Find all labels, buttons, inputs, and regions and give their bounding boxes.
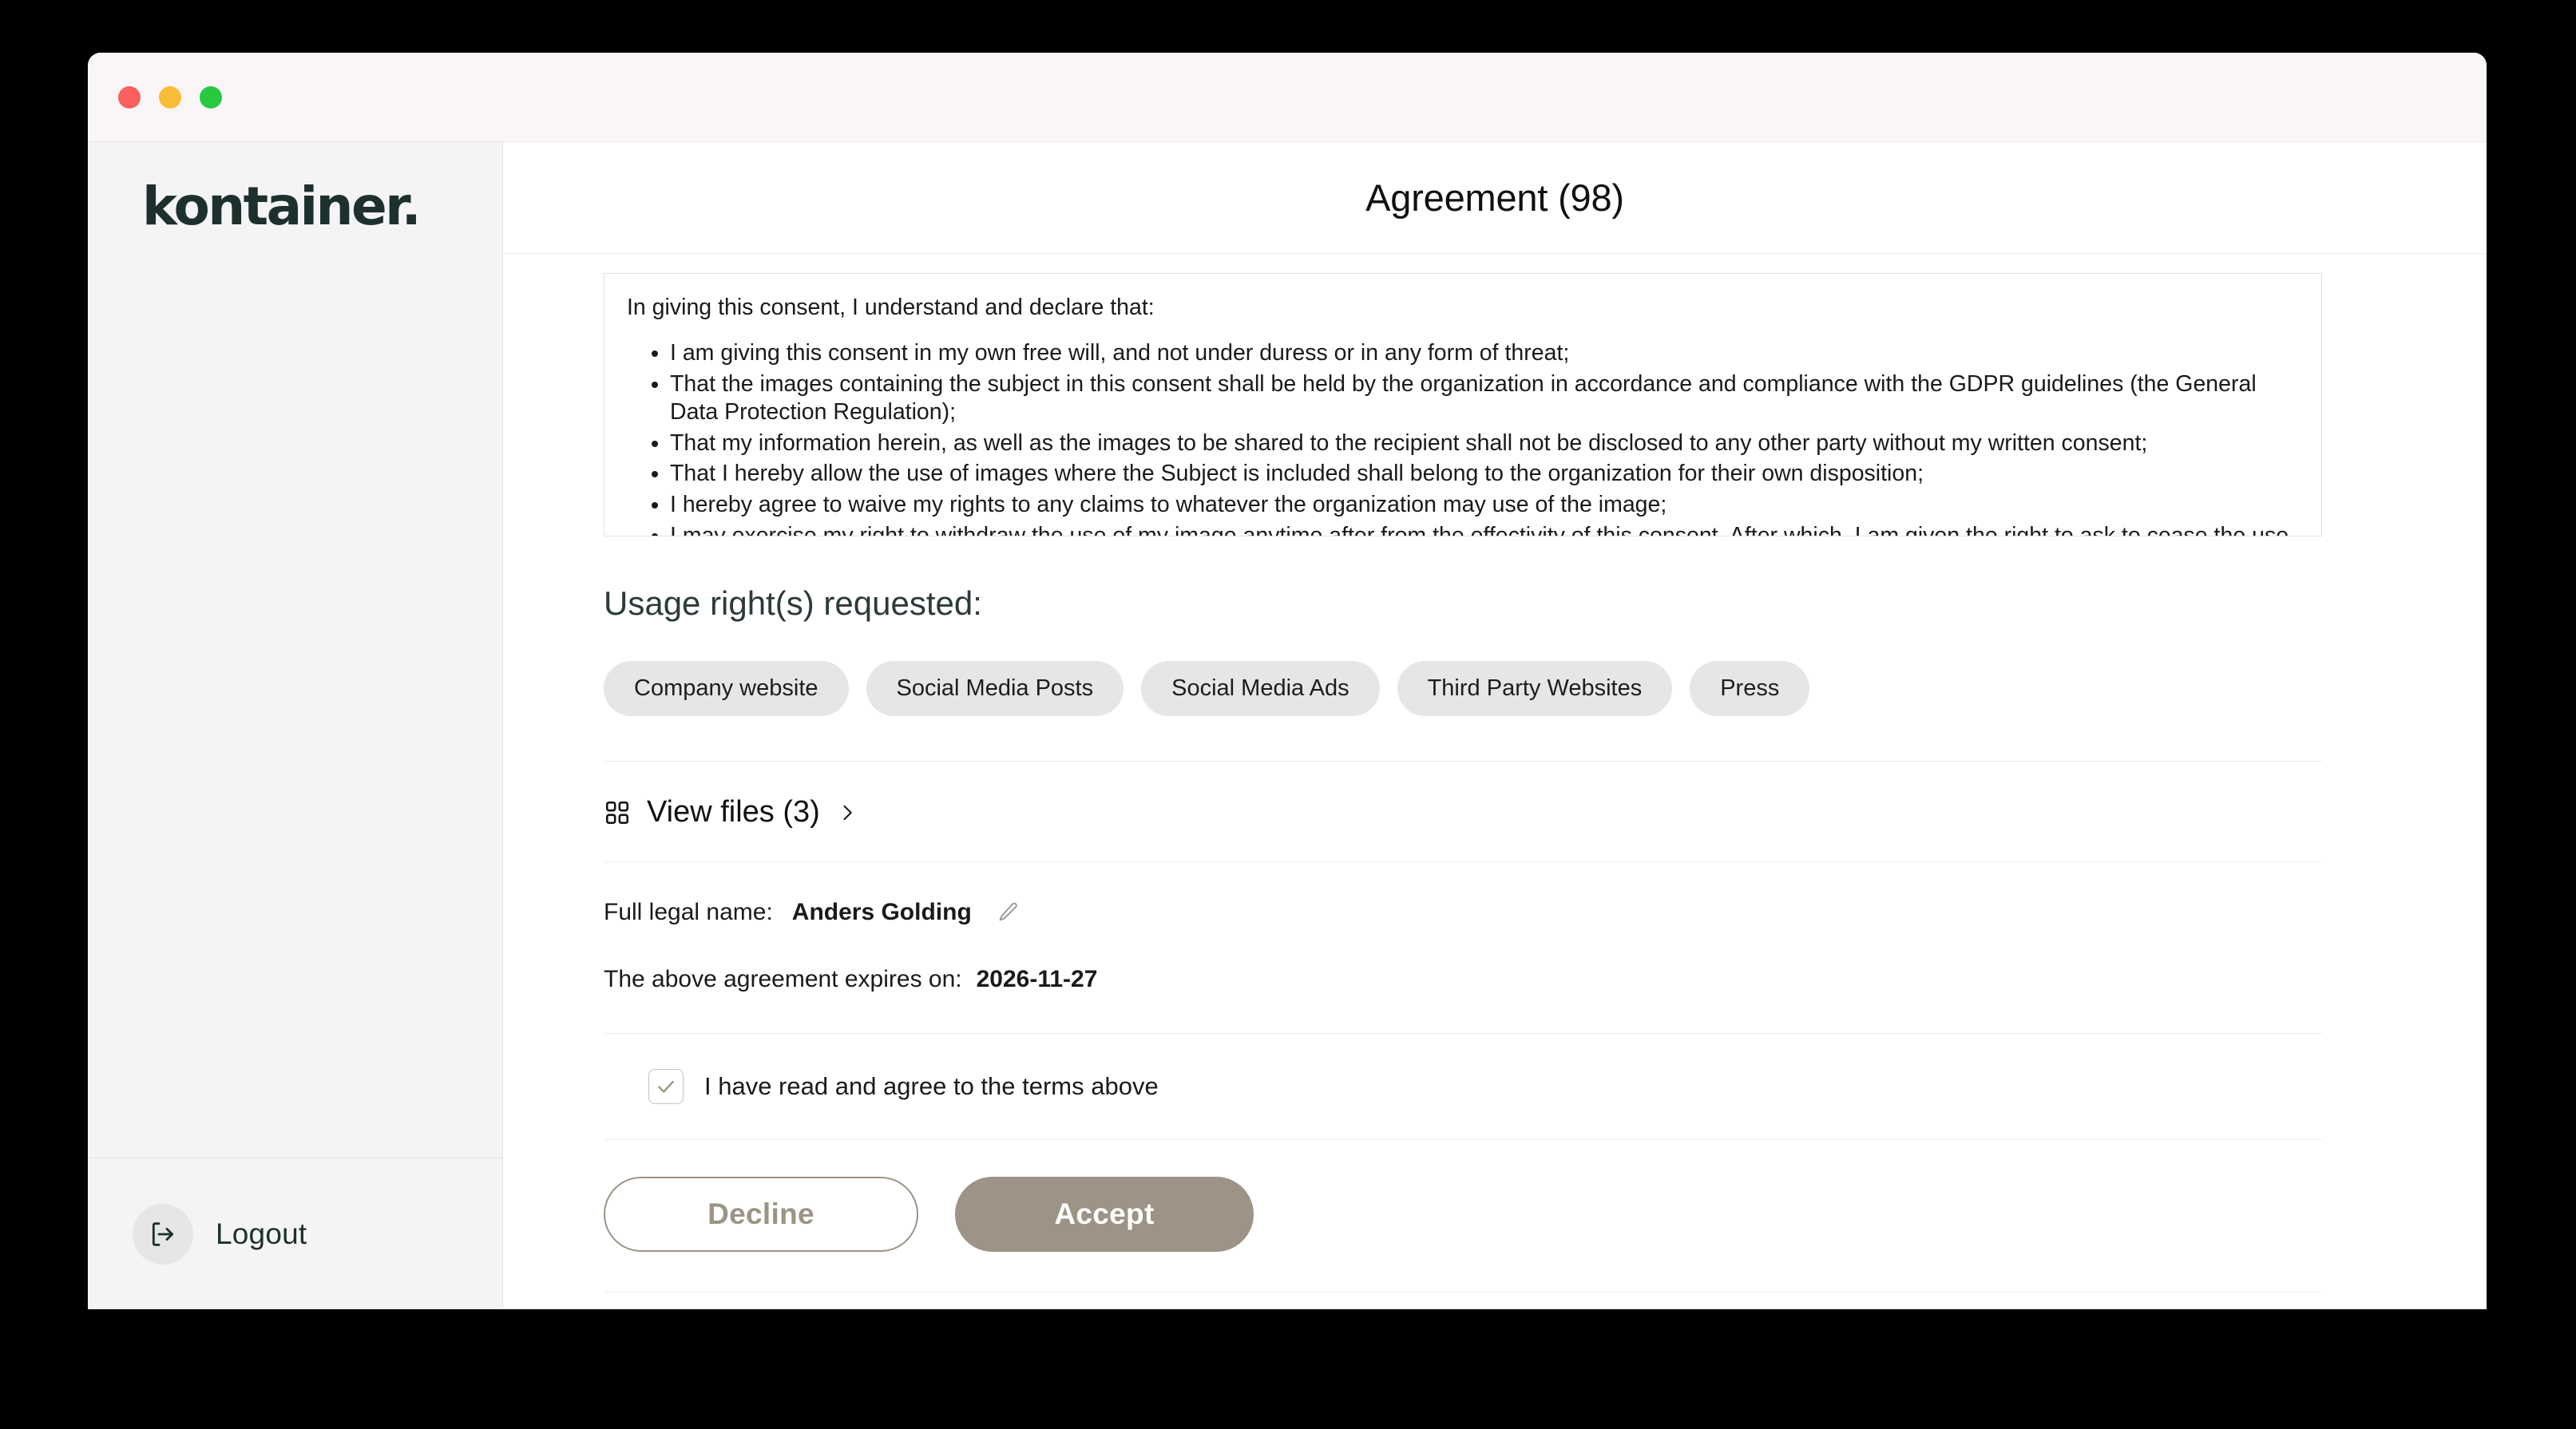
usage-right-chip[interactable]: Press	[1690, 661, 1810, 716]
page-title: Agreement (98)	[1365, 176, 1624, 219]
terms-consent-row[interactable]: I have read and agree to the terms above	[604, 1034, 2322, 1139]
grid-icon	[605, 801, 629, 824]
usage-rights-chip-list: Company website Social Media Posts Socia…	[604, 661, 2322, 716]
traffic-light-group	[118, 85, 222, 109]
terms-bullet: That my information herein, as well as t…	[670, 429, 2297, 458]
maximize-window-icon[interactable]	[200, 85, 222, 109]
terms-agree-checkbox[interactable]	[648, 1069, 684, 1104]
usage-right-chip[interactable]: Social Media Ads	[1141, 661, 1380, 716]
view-files-label: View files (3)	[647, 795, 820, 829]
window-body: kontainer. Logout Agreement (98) In givi…	[88, 142, 2487, 1309]
action-buttons: Decline Accept	[604, 1140, 2322, 1292]
decline-button[interactable]: Decline	[604, 1177, 918, 1252]
terms-intro: In giving this consent, I understand and…	[627, 295, 1155, 320]
usage-right-chip[interactable]: Company website	[604, 661, 849, 716]
terms-bullet: That I hereby allow the use of images wh…	[670, 460, 2297, 489]
brand-logo: kontainer.	[142, 176, 422, 237]
terms-bullet: I hereby agree to waive my rights to any…	[670, 491, 2297, 520]
sidebar-logo-area: kontainer.	[88, 142, 502, 1158]
minimize-window-icon[interactable]	[159, 85, 181, 109]
usage-right-chip[interactable]: Social Media Posts	[866, 661, 1124, 716]
sidebar-item-logout[interactable]: Logout	[88, 1158, 502, 1309]
terms-bullet-list: I am giving this consent in my own free …	[627, 339, 2297, 536]
app-window: kontainer. Logout Agreement (98) In givi…	[88, 53, 2487, 1309]
full-legal-name-row: Full legal name: Anders Golding	[604, 899, 2322, 926]
agreement-fields: Full legal name: Anders Golding The abov…	[604, 862, 2322, 993]
chevron-right-icon	[843, 805, 852, 820]
terms-bullet: That the images containing the subject i…	[670, 370, 2297, 427]
usage-right-chip[interactable]: Third Party Websites	[1397, 661, 1673, 716]
content-inner: In giving this consent, I understand and…	[503, 273, 2322, 1292]
accept-button[interactable]: Accept	[955, 1177, 1254, 1252]
checkmark-icon	[658, 1080, 674, 1093]
expiry-label: The above agreement expires on:	[604, 966, 962, 992]
window-titlebar	[88, 53, 2487, 142]
terms-scroll-box[interactable]: In giving this consent, I understand and…	[604, 273, 2322, 536]
expiry-row: The above agreement expires on: 2026-11-…	[604, 966, 2322, 993]
expiry-value: 2026-11-27	[976, 966, 1098, 992]
terms-bullet: I may exercise my right to withdraw the …	[670, 522, 2297, 536]
view-files-button[interactable]: View files (3)	[604, 762, 2322, 861]
logout-icon	[133, 1203, 193, 1265]
page-content: In giving this consent, I understand and…	[503, 254, 2487, 1309]
sidebar: kontainer. Logout	[88, 142, 503, 1309]
close-window-icon[interactable]	[118, 85, 141, 109]
edit-pencil-icon[interactable]	[996, 901, 1020, 924]
main-panel: Agreement (98) In giving this consent, I…	[503, 142, 2487, 1309]
terms-bullet: I am giving this consent in my own free …	[670, 339, 2297, 368]
full-legal-name-value: Anders Golding	[791, 899, 972, 925]
terms-agree-label: I have read and agree to the terms above	[704, 1072, 1159, 1100]
page-header: Agreement (98)	[503, 142, 2487, 254]
logout-label: Logout	[216, 1217, 307, 1250]
full-legal-name-label: Full legal name:	[604, 899, 773, 925]
usage-rights-heading: Usage right(s) requested:	[604, 584, 982, 622]
